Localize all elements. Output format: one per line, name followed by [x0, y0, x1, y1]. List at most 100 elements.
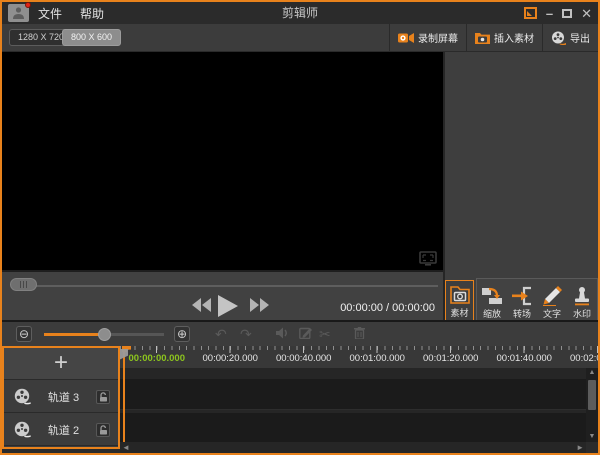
film-reel-icon	[551, 31, 566, 45]
track-lane-2[interactable]	[120, 413, 586, 444]
panel-tab-group: 缩放 转场 文字	[476, 278, 598, 322]
fast-forward-icon	[250, 298, 270, 312]
resolution-button-800x600[interactable]: 800 X 600	[62, 29, 121, 46]
rewind-button[interactable]	[192, 298, 212, 312]
tab-material[interactable]: 素材	[445, 280, 474, 322]
vertical-scroll-thumb[interactable]	[588, 380, 596, 410]
maximize-button[interactable]	[562, 9, 572, 18]
video-preview[interactable]	[2, 52, 443, 270]
playback-controls: 00:00:00 / 00:00:00	[2, 294, 443, 322]
play-button[interactable]	[218, 295, 238, 317]
play-icon	[218, 295, 238, 317]
ruler-label: 00:00:40.000	[267, 353, 341, 367]
lock-track-button[interactable]	[96, 423, 110, 437]
ruler-label: 00:02:00.000	[561, 353, 598, 367]
horizontal-scrollbar[interactable]: ◄ ►	[120, 442, 586, 453]
vertical-scrollbar[interactable]: ▲ ▼	[586, 368, 598, 442]
scroll-up-icon[interactable]: ▲	[586, 368, 598, 378]
edit-clip-icon[interactable]	[299, 327, 312, 339]
ruler-labels: 00:00:00.000 00:00:20.000 00:00:40.000 0…	[120, 353, 598, 367]
tab-zoom-label: 缩放	[483, 307, 501, 320]
person-icon	[12, 6, 25, 19]
seek-handle[interactable]	[10, 278, 37, 291]
tab-text[interactable]: 文字	[537, 280, 567, 322]
transport-bar: 00:00:00 / 00:00:00	[2, 270, 443, 320]
track-panel: + 轨道 3	[2, 346, 120, 449]
material-panel: 素材 缩放	[443, 52, 598, 322]
insert-material-button[interactable]: 插入素材	[466, 24, 542, 51]
ruler-label: 00:01:00.000	[341, 353, 415, 367]
timeline-ruler[interactable]: 00:00:00.000 00:00:20.000 00:00:40.000 0…	[120, 346, 598, 368]
fullscreen-icon[interactable]	[419, 251, 437, 266]
lock-track-button[interactable]	[96, 390, 110, 404]
tab-text-label: 文字	[543, 307, 561, 320]
zoom-steps-icon	[481, 286, 503, 306]
playhead-line	[123, 346, 125, 442]
ruler-label: 00:01:40.000	[488, 353, 562, 367]
menu-help[interactable]: 帮助	[80, 5, 104, 22]
notification-dot-icon	[25, 2, 31, 8]
title-bar: 文件 帮助 剪辑师 – ✕	[2, 2, 598, 24]
delete-icon[interactable]	[354, 327, 365, 339]
tab-zoom[interactable]: 缩放	[477, 280, 507, 322]
transition-icon	[511, 286, 533, 306]
timeline-zoom-slider[interactable]	[44, 333, 164, 336]
track-lane-3[interactable]	[120, 379, 586, 410]
film-reel-icon	[14, 421, 31, 438]
user-avatar[interactable]	[8, 4, 29, 22]
window-controls: – ✕	[524, 2, 592, 24]
tab-transition-label: 转场	[513, 307, 531, 320]
redo-icon[interactable]: ↷	[240, 327, 252, 341]
export-button[interactable]: 导出	[542, 24, 598, 51]
tab-transition[interactable]: 转场	[507, 280, 537, 322]
folder-camera-icon	[475, 32, 490, 44]
skin-mode-icon[interactable]	[524, 7, 537, 19]
ruler-ticks-major	[120, 346, 598, 353]
menu-file[interactable]: 文件	[38, 5, 62, 22]
add-track-button[interactable]: +	[4, 348, 118, 380]
track-name: 轨道 2	[31, 422, 96, 438]
ruler-label-current: 00:00:00.000	[120, 353, 194, 367]
action-buttons: 录制屏幕 插入素材 导出	[389, 24, 598, 51]
pencil-icon	[541, 286, 563, 306]
scroll-left-icon[interactable]: ◄	[122, 442, 130, 453]
record-screen-button[interactable]: 录制屏幕	[389, 24, 466, 51]
camera-icon	[449, 285, 471, 305]
timeline-tracks[interactable]	[120, 368, 586, 442]
fast-forward-button[interactable]	[250, 298, 270, 312]
tab-material-label: 素材	[450, 306, 468, 319]
app-window: 文件 帮助 剪辑师 – ✕ 1280 X 720 800 X 600 录制屏幕	[0, 0, 600, 455]
zoom-out-button[interactable]: ⊖	[16, 326, 32, 342]
zoom-slider-fill	[44, 333, 104, 336]
scroll-down-icon[interactable]: ▼	[586, 432, 598, 442]
zoom-in-button[interactable]: ⊕	[174, 326, 190, 342]
track-name: 轨道 3	[31, 389, 96, 405]
undo-icon[interactable]: ↶	[215, 327, 227, 341]
unlock-icon	[99, 425, 108, 435]
seek-track[interactable]	[14, 285, 438, 287]
tab-watermark-label: 水印	[573, 307, 591, 320]
video-camera-icon	[398, 32, 414, 44]
track-header-3[interactable]: 轨道 3	[4, 381, 118, 413]
menu-bar: 文件 帮助	[38, 2, 104, 24]
time-display: 00:00:00 / 00:00:00	[340, 294, 435, 322]
timeline-toolbar: ⊖ ⊕ ↶ ↷ ✂	[2, 320, 598, 346]
insert-material-label: 插入素材	[494, 30, 534, 45]
minimize-button[interactable]: –	[546, 7, 553, 20]
rewind-icon	[192, 298, 212, 312]
scroll-right-icon[interactable]: ►	[576, 442, 584, 453]
tab-watermark[interactable]: 水印	[567, 280, 597, 322]
close-button[interactable]: ✕	[581, 7, 592, 20]
ruler-label: 00:01:20.000	[414, 353, 488, 367]
top-toolbar: 1280 X 720 800 X 600 录制屏幕 插入素材	[2, 24, 598, 52]
cut-icon[interactable]: ✂	[319, 327, 331, 341]
stamp-icon	[571, 286, 593, 306]
track-header-2[interactable]: 轨道 2	[4, 414, 118, 446]
unlock-icon	[99, 392, 108, 402]
record-screen-label: 录制屏幕	[418, 30, 458, 45]
zoom-slider-handle[interactable]	[98, 328, 111, 341]
timeline-area: 00:00:00.000 00:00:20.000 00:00:40.000 0…	[2, 346, 598, 453]
film-reel-icon	[14, 388, 31, 405]
volume-icon[interactable]	[276, 327, 289, 339]
export-label: 导出	[570, 30, 590, 45]
